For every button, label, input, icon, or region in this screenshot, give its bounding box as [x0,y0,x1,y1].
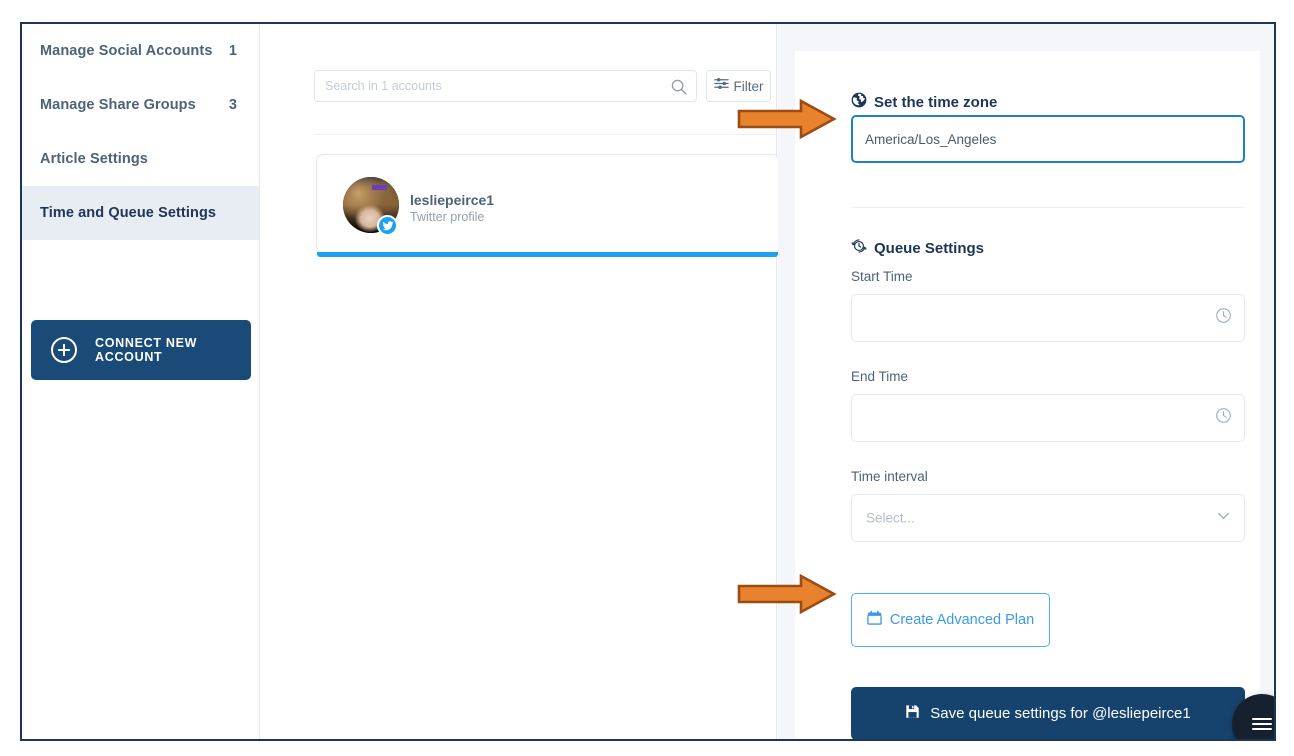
filter-button[interactable]: Filter [706,70,771,102]
connect-new-account-button[interactable]: CONNECT NEW ACCOUNT [31,320,251,380]
sidebar-item-label: Time and Queue Settings [40,205,217,221]
section-divider [851,207,1245,208]
sliders-icon [713,76,729,96]
account-subtitle: Twitter profile [410,210,485,224]
search-toolbar: Filter [314,70,784,102]
accounts-panel: Filter lesliepeirce1 Twitter profile [261,24,784,739]
sidebar-item-count: 1 [228,43,237,59]
search-icon[interactable] [670,78,688,96]
sidebar-item-manage-social-accounts[interactable]: Manage Social Accounts 1 [22,24,259,78]
account-card-network-accent [317,252,778,257]
time-interval-select[interactable]: Select... [851,494,1245,542]
sidebar-item-article-settings[interactable]: Article Settings [22,132,259,186]
timezone-section-heading: Set the time zone [851,92,997,112]
hamburger-menu-icon [1252,715,1272,733]
globe-icon [851,92,867,112]
clock-icon[interactable] [1215,307,1232,329]
sidebar-item-manage-share-groups[interactable]: Manage Share Groups 3 [22,78,259,132]
timezone-heading-label: Set the time zone [874,93,998,111]
save-queue-settings-label: Save queue settings for @lesliepeirce1 [930,705,1191,722]
account-name: lesliepeirce1 [410,192,495,208]
timezone-input-wrapper[interactable] [851,115,1245,163]
end-time-label: End Time [851,369,909,384]
plus-circle-icon [51,337,77,363]
account-card-lesliepeirce1[interactable]: lesliepeirce1 Twitter profile [316,154,779,257]
calendar-icon [867,610,882,630]
toolbar-divider [314,134,784,135]
end-time-field[interactable] [851,394,1245,442]
sidebar-item-label: Manage Share Groups [40,97,196,113]
save-queue-settings-button[interactable]: Save queue settings for @lesliepeirce1 [851,687,1245,739]
settings-sidebar: Manage Social Accounts 1 Manage Share Gr… [22,24,260,739]
clock-sync-icon [851,238,867,258]
twitter-icon [377,215,398,236]
chevron-down-icon[interactable] [1215,507,1232,529]
sidebar-item-label: Manage Social Accounts [40,43,213,59]
queue-settings-panel: Set the time zone Queue Set [795,24,1274,739]
advanced-plan-button[interactable]: Create Advanced Plan [851,593,1050,647]
search-input[interactable] [315,71,696,101]
advanced-plan-label: Create Advanced Plan [889,612,1035,628]
timezone-input[interactable] [853,117,1243,161]
sidebar-item-count: 3 [228,97,237,113]
queue-heading-label: Queue Settings [874,239,985,257]
app-window: Manage Social Accounts 1 Manage Share Gr… [20,22,1276,741]
connect-new-account-label: CONNECT NEW ACCOUNT [95,336,198,364]
clock-icon[interactable] [1215,407,1232,429]
time-interval-label: Time interval [851,469,928,484]
search-field-wrapper[interactable] [314,70,697,102]
start-time-label: Start Time [851,269,913,284]
panel-gutter [778,24,795,739]
start-time-field[interactable] [851,294,1245,342]
queue-section-heading: Queue Settings [851,238,984,258]
sidebar-item-label: Article Settings [40,151,148,167]
sidebar-item-time-and-queue-settings[interactable]: Time and Queue Settings [22,186,259,240]
time-interval-value: Select... [866,510,915,526]
queue-settings-card: Set the time zone Queue Set [795,51,1260,739]
filter-button-label: Filter [733,78,764,94]
save-disk-icon [905,704,920,724]
